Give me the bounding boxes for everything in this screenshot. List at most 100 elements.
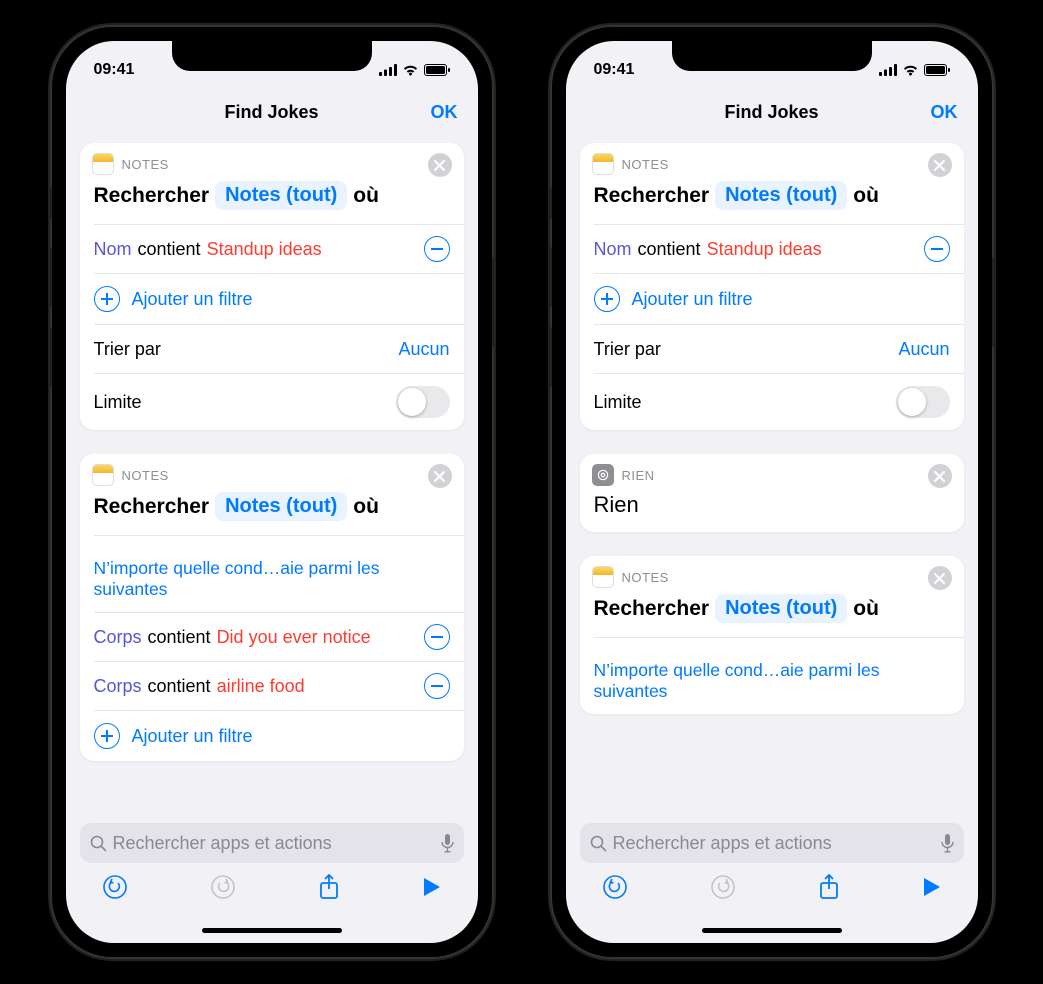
remove-filter-button[interactable] (424, 624, 450, 650)
filter-attribute: Nom (594, 239, 632, 260)
play-button[interactable] (422, 876, 442, 898)
action-card-find-notes-1: NOTES Rechercher Notes (tout) où Nom con… (80, 143, 464, 430)
filter-value: Standup ideas (707, 239, 822, 260)
action-token[interactable]: Notes (tout) (215, 492, 347, 521)
action-suffix: où (353, 495, 379, 519)
action-title[interactable]: Rechercher Notes (tout) où (580, 588, 964, 637)
redo-button (710, 874, 736, 900)
action-title[interactable]: Rechercher Notes (tout) où (80, 486, 464, 535)
nav-bar: Find Jokes OK (566, 89, 978, 135)
search-input[interactable]: Rechercher apps et actions (80, 823, 464, 863)
action-token[interactable]: Notes (tout) (215, 181, 347, 210)
remove-action-button[interactable] (928, 464, 952, 488)
remove-action-button[interactable] (428, 153, 452, 177)
add-filter-label: Ajouter un filtre (132, 726, 253, 747)
action-suffix: où (853, 597, 879, 621)
bottom-area: Rechercher apps et actions (66, 823, 478, 917)
search-placeholder: Rechercher apps et actions (613, 833, 832, 854)
remove-action-button[interactable] (928, 566, 952, 590)
action-title[interactable]: Rechercher Notes (tout) où (580, 175, 964, 224)
plus-icon (594, 286, 620, 312)
close-icon (434, 471, 445, 482)
battery-icon (424, 64, 450, 76)
action-card-find-notes-2: NOTES Rechercher Notes (tout) où N’impor… (580, 556, 964, 714)
battery-icon (924, 64, 950, 76)
sort-by-row[interactable]: Trier par Aucun (580, 325, 964, 373)
close-icon (934, 160, 945, 171)
home-indicator[interactable] (566, 917, 978, 943)
action-app-label: NOTES (122, 157, 169, 172)
action-app-label: NOTES (622, 157, 669, 172)
close-icon (934, 471, 945, 482)
limit-label: Limite (94, 392, 142, 413)
plus-icon (94, 723, 120, 749)
notes-app-icon (92, 153, 114, 175)
limit-toggle[interactable] (896, 386, 950, 418)
action-title[interactable]: Rechercher Notes (tout) où (80, 175, 464, 224)
undo-button[interactable] (602, 874, 628, 900)
cellular-icon (879, 64, 897, 76)
sort-by-row[interactable]: Trier par Aucun (80, 325, 464, 373)
action-app-label: NOTES (122, 468, 169, 483)
remove-filter-button[interactable] (424, 236, 450, 262)
search-icon (90, 835, 107, 852)
done-button[interactable]: OK (931, 102, 958, 123)
home-indicator[interactable] (66, 917, 478, 943)
status-indicators (879, 64, 950, 76)
action-card-find-notes-2: NOTES Rechercher Notes (tout) où N’impor… (80, 454, 464, 761)
action-card-nothing: RIEN Rien (580, 454, 964, 532)
search-input[interactable]: Rechercher apps et actions (580, 823, 964, 863)
remove-filter-button[interactable] (424, 673, 450, 699)
add-filter-button[interactable]: Ajouter un filtre (80, 711, 464, 761)
limit-toggle[interactable] (396, 386, 450, 418)
add-filter-label: Ajouter un filtre (632, 289, 753, 310)
bottom-area: Rechercher apps et actions (566, 823, 978, 917)
search-placeholder: Rechercher apps et actions (113, 833, 332, 854)
condition-selector[interactable]: N’importe quelle cond…aie parmi les suiv… (580, 638, 964, 714)
add-filter-button[interactable]: Ajouter un filtre (580, 274, 964, 324)
filter-operator: contient (148, 627, 211, 648)
filter-value: Did you ever notice (217, 627, 371, 648)
filter-row[interactable]: Nom contient Standup ideas (80, 225, 464, 273)
filter-value: airline food (217, 676, 305, 697)
remove-action-button[interactable] (928, 153, 952, 177)
undo-button[interactable] (102, 874, 128, 900)
action-token[interactable]: Notes (tout) (715, 181, 847, 210)
notes-app-icon (592, 566, 614, 588)
notes-app-icon (592, 153, 614, 175)
condition-selector[interactable]: N’importe quelle cond…aie parmi les suiv… (80, 536, 464, 612)
status-indicators (379, 64, 450, 76)
wifi-icon (902, 64, 919, 76)
filter-row[interactable]: Corps contient Did you ever notice (80, 613, 464, 661)
action-suffix: où (353, 184, 379, 208)
filter-value: Standup ideas (207, 239, 322, 260)
filter-row[interactable]: Corps contient airline food (80, 662, 464, 710)
nav-bar: Find Jokes OK (66, 89, 478, 135)
add-filter-button[interactable]: Ajouter un filtre (80, 274, 464, 324)
redo-button (210, 874, 236, 900)
action-token[interactable]: Notes (tout) (715, 594, 847, 623)
mic-icon[interactable] (941, 834, 954, 853)
add-filter-label: Ajouter un filtre (132, 289, 253, 310)
remove-action-button[interactable] (428, 464, 452, 488)
filter-row[interactable]: Nom contient Standup ideas (580, 225, 964, 273)
remove-filter-button[interactable] (924, 236, 950, 262)
content-area: NOTES Rechercher Notes (tout) où Nom con… (566, 135, 978, 823)
plus-icon (94, 286, 120, 312)
action-title: Rien (580, 486, 964, 532)
share-button[interactable] (318, 873, 340, 901)
mic-icon[interactable] (441, 834, 454, 853)
content-area: NOTES Rechercher Notes (tout) où Nom con… (66, 135, 478, 823)
sort-value: Aucun (898, 339, 949, 360)
action-suffix: où (853, 184, 879, 208)
action-card-find-notes-1: NOTES Rechercher Notes (tout) où Nom con… (580, 143, 964, 430)
play-button[interactable] (922, 876, 942, 898)
phone-left: 09:41 Find Jokes OK NOTES (52, 27, 492, 957)
action-verb: Rechercher (594, 597, 710, 621)
cellular-icon (379, 64, 397, 76)
share-button[interactable] (818, 873, 840, 901)
filter-operator: contient (148, 676, 211, 697)
filter-operator: contient (138, 239, 201, 260)
sort-label: Trier par (594, 339, 661, 360)
done-button[interactable]: OK (431, 102, 458, 123)
